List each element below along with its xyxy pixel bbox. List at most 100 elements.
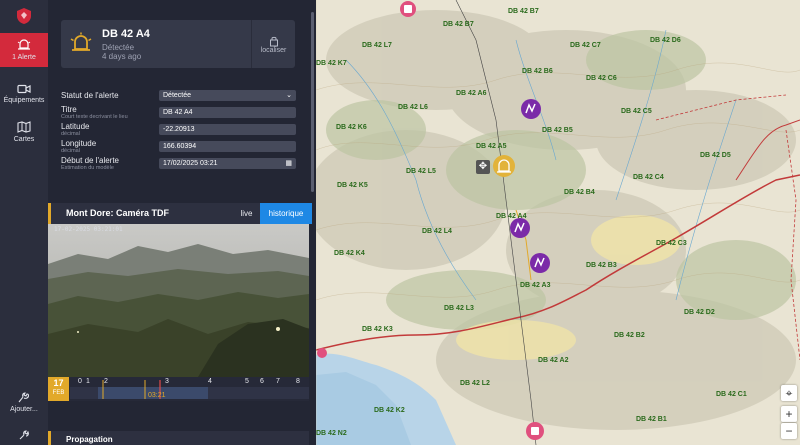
start-input[interactable]: 17/02/2025 03:21 ▦: [159, 158, 296, 169]
alert-card: DB 42 A4 Détectée 4 days ago localiser: [61, 20, 295, 68]
grid-label: DB 42 L7: [362, 42, 392, 49]
start-row: Début de l'alerte Estimation du modèle 1…: [61, 154, 301, 174]
grid-label: DB 42 L6: [398, 104, 428, 111]
camera-timestamp: 17-02-2025 03:21:01: [54, 226, 123, 233]
timeline-hour: 1: [86, 378, 90, 385]
timeline-hour: 7: [276, 378, 280, 385]
grid-label: DB 42 L5: [406, 168, 436, 175]
title-input[interactable]: DB 42 A4: [159, 107, 296, 118]
detection-marker[interactable]: [520, 98, 542, 120]
camera-image: [48, 224, 309, 377]
grid-label: DB 42 C3: [656, 240, 687, 247]
rail-item-label: Équipements: [3, 96, 45, 104]
grid-label: DB 42 C5: [621, 108, 652, 115]
grid-label: DB 42 B7: [508, 8, 539, 15]
camera-marker[interactable]: [525, 421, 545, 441]
status-select-value: Détectée: [163, 92, 192, 99]
alert-status: Détectée: [102, 43, 135, 52]
grid-label: DB 42 A3: [520, 282, 551, 289]
camera-title: Mont Dore: Caméra TDF: [66, 208, 170, 218]
grid-label: DB 42 D5: [700, 152, 731, 159]
grid-label: DB 42 K3: [362, 326, 393, 333]
nav-rail: 1 Alerte Équipements Cartes Ajouter...: [0, 0, 48, 445]
alert-bell-icon: [70, 32, 92, 51]
zoom-out-button[interactable]: −: [781, 423, 797, 439]
move-handle-icon[interactable]: ✥: [476, 160, 490, 174]
grid-label: DB 42 B3: [586, 262, 617, 269]
rail-item-tools[interactable]: [0, 428, 48, 445]
latitude-label: Latitude: [61, 122, 90, 131]
live-tab[interactable]: live: [233, 203, 260, 224]
status-select[interactable]: Détectée ⌄: [159, 90, 296, 101]
rail-item-add[interactable]: Ajouter...: [0, 388, 48, 416]
grid-label: DB 42 C7: [570, 42, 601, 49]
alert-bell-icon: [17, 39, 31, 50]
rail-item-label: 1 Alerte: [12, 54, 36, 61]
detection-marker[interactable]: [529, 252, 551, 274]
logo-icon: [17, 8, 31, 24]
add-tools-icon: [18, 391, 30, 402]
scrollbar-thumb[interactable]: [311, 12, 314, 192]
locate-label: localiser: [260, 46, 287, 54]
app-logo: [0, 0, 48, 32]
alert-age: 4 days ago: [102, 52, 142, 61]
timeline-hour: 2: [104, 378, 108, 385]
start-value: 17/02/2025 03:21: [163, 160, 218, 167]
grid-label: DB 42 B1: [636, 416, 667, 423]
rail-item-label: Ajouter...: [10, 405, 38, 413]
timeline-day: 17: [53, 378, 64, 388]
grid-label: DB 42 A5: [476, 143, 507, 150]
status-row: Statut de l'alerte Détectée ⌄: [61, 90, 301, 102]
zoom-in-button[interactable]: +: [781, 406, 797, 422]
grid-label: DB 42 L2: [460, 380, 490, 387]
camera-header: Mont Dore: Caméra TDF live historique: [48, 203, 312, 224]
rail-item-maps[interactable]: Cartes: [0, 118, 48, 146]
lock-icon: [269, 36, 278, 46]
timeline-hour: 5: [245, 378, 249, 385]
calendar-icon[interactable]: ▦: [285, 158, 292, 169]
title-label: Titre: [61, 105, 77, 114]
camera-marker[interactable]: [316, 346, 328, 360]
grid-label: DB 42 K2: [374, 407, 405, 414]
start-label: Début de l'alerte: [61, 156, 120, 165]
rail-item-label: Cartes: [13, 135, 35, 143]
locate-me-button[interactable]: ⌖: [781, 385, 797, 401]
propagation-header[interactable]: Propagation: [48, 431, 309, 445]
map-icon: [17, 120, 31, 133]
alert-marker[interactable]: [492, 154, 516, 178]
grid-label: DB 42 B7: [443, 21, 474, 28]
chevron-down-icon: ⌄: [286, 92, 292, 99]
locate-button[interactable]: localiser: [251, 20, 295, 68]
grid-label: DB 42 B6: [522, 68, 553, 75]
crosshair-icon: ⌖: [785, 385, 793, 400]
rail-item-equipment[interactable]: Équipements: [0, 80, 48, 108]
latitude-input[interactable]: -22.20913: [159, 124, 296, 135]
start-hint: Estimation du modèle: [61, 165, 114, 171]
grid-label: DB 42 B2: [614, 332, 645, 339]
grid-label: DB 42 A2: [538, 357, 569, 364]
topo-basemap: [316, 0, 800, 445]
detection-marker[interactable]: [509, 217, 531, 239]
map-view[interactable]: DB 42 B7 DB 42 B7 DB 42 C7 DB 42 L7 DB 4…: [316, 0, 800, 445]
grid-label: DB 42 C6: [586, 75, 617, 82]
longitude-input[interactable]: 166.60394: [159, 141, 296, 152]
rail-item-alerts[interactable]: 1 Alerte: [0, 33, 48, 67]
wrench-icon: [19, 430, 29, 440]
grid-label: DB 42 D6: [650, 37, 681, 44]
grid-label: DB 42 D2: [684, 309, 715, 316]
timeline-date: 17 FEB: [48, 377, 69, 401]
camera-icon: [17, 84, 31, 93]
timeline-current-time: 03:21: [148, 392, 166, 399]
history-tab[interactable]: historique: [260, 203, 312, 224]
camera-marker[interactable]: [399, 0, 417, 18]
timeline-hour: 4: [208, 378, 212, 385]
timeline-hour: 8: [296, 378, 300, 385]
alert-title: DB 42 A4: [102, 28, 150, 40]
grid-label: DB 42 L3: [444, 305, 474, 312]
grid-label: DB 42 K6: [336, 124, 367, 131]
grid-label: DB 42 C4: [633, 174, 664, 181]
grid-label: DB 42 K7: [316, 60, 347, 67]
grid-label: DB 42 B4: [564, 189, 595, 196]
grid-label: DB 42 A6: [456, 90, 487, 97]
timeline-hour: 3: [165, 378, 169, 385]
